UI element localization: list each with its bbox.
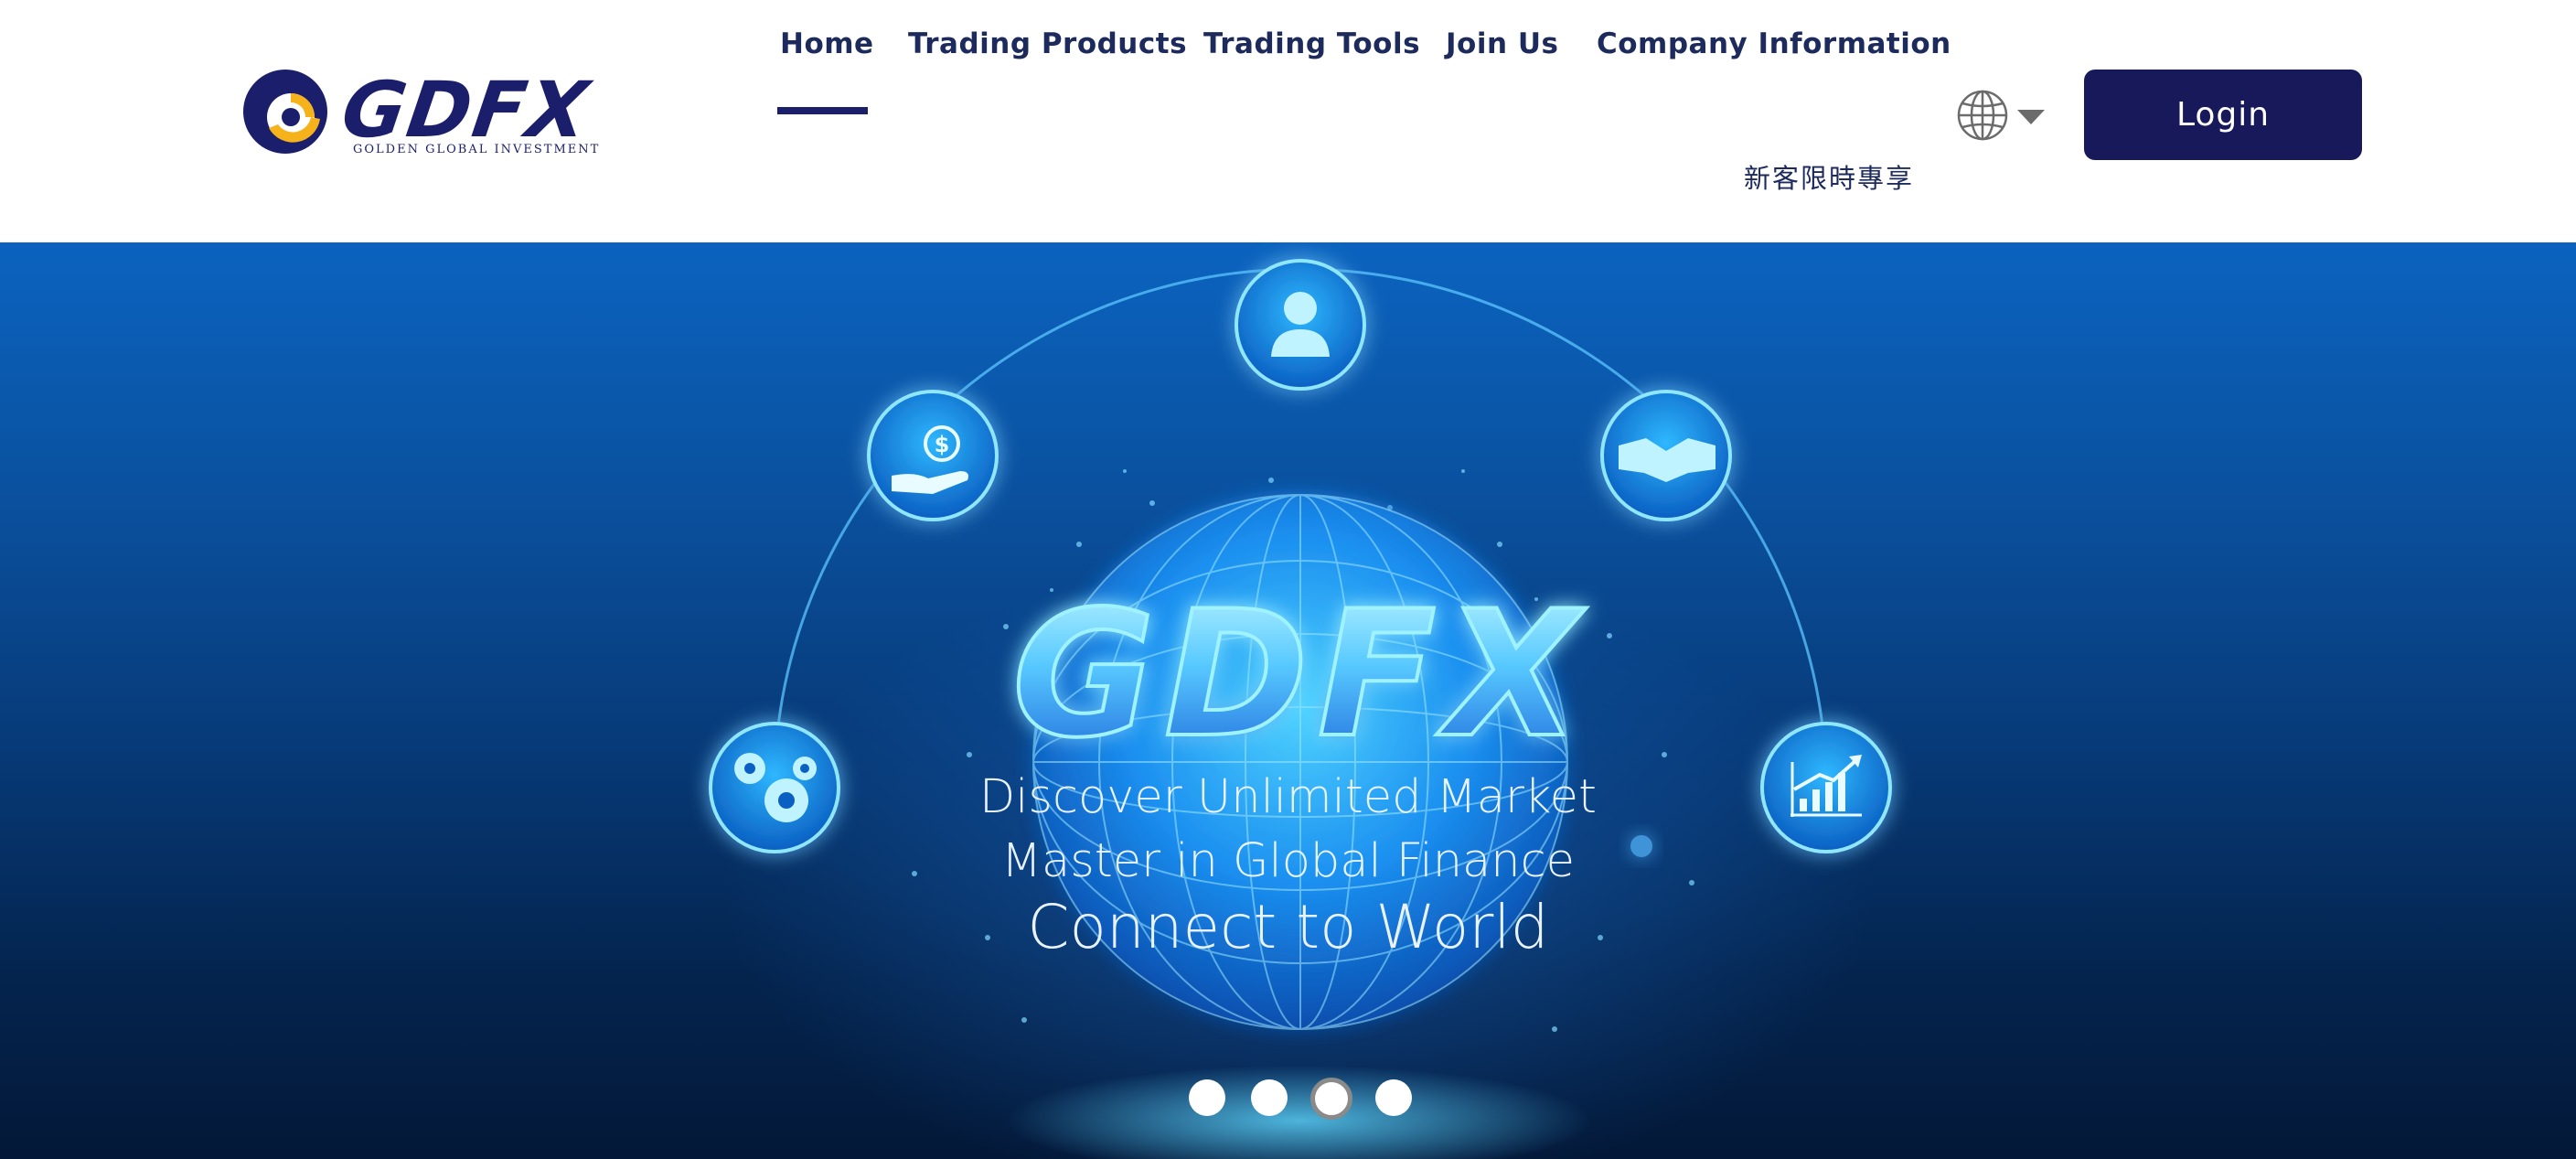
hero-banner: $ GDFX Discover Unlimited Market Master … <box>0 242 2576 1159</box>
carousel-dot-3-active[interactable] <box>1310 1078 1352 1120</box>
handshake-icon <box>1600 390 1732 521</box>
logo-swirl-icon <box>243 70 327 154</box>
language-selector[interactable] <box>1957 90 2048 141</box>
hero-graphic: $ GDFX <box>709 259 1892 1159</box>
hero-logo-text: GDFX <box>1012 574 1588 776</box>
nav-active-indicator <box>777 107 868 114</box>
brand-logo[interactable]: GDFX GOLDEN GLOBAL INVESTMENT <box>238 64 622 165</box>
logo-subtitle: GOLDEN GLOBAL INVESTMENT <box>353 143 601 156</box>
carousel-dot-2[interactable] <box>1251 1079 1288 1116</box>
carousel-dot-1[interactable] <box>1189 1079 1225 1116</box>
globe-icon <box>1957 90 2008 141</box>
svg-text:$: $ <box>935 432 950 457</box>
new-customer-promo-link[interactable]: 新客限時專享 <box>1744 157 1914 196</box>
login-button[interactable]: Login <box>2084 70 2362 160</box>
carousel-dot-4[interactable] <box>1375 1079 1412 1116</box>
nav-trading-products[interactable]: Trading Products <box>908 27 1187 60</box>
money-hand-icon: $ <box>867 390 999 521</box>
nav-home[interactable]: Home <box>780 27 874 60</box>
chevron-down-icon <box>2017 110 2045 124</box>
hero-tagline-2: Master in Global Finance <box>1000 834 1576 888</box>
logo-wordmark: GDFX <box>337 65 595 155</box>
carousel-pagination <box>0 1078 2576 1125</box>
nav-join-us[interactable]: Join Us <box>1446 27 1558 60</box>
user-icon <box>1235 259 1366 391</box>
nav-trading-tools[interactable]: Trading Tools <box>1203 27 1420 60</box>
hero-tagline-3: Connect to World <box>1027 892 1549 962</box>
hero-tagline-1: Discover Unlimited Market <box>978 770 1598 824</box>
site-header: GDFX GOLDEN GLOBAL INVESTMENT Home Tradi… <box>0 0 2576 242</box>
nav-company-information[interactable]: Company Information <box>1597 27 1951 60</box>
